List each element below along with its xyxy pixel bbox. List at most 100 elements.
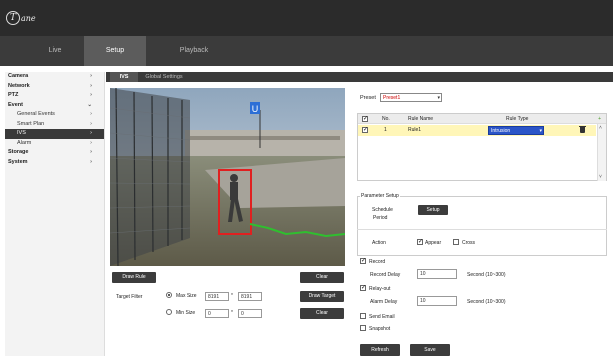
tab-global-settings[interactable]: Global Settings: [140, 72, 188, 82]
clear-rule-button[interactable]: Clear: [300, 272, 344, 283]
save-button[interactable]: Save: [410, 344, 450, 356]
tab-ivs[interactable]: IVS: [110, 72, 138, 82]
draw-target-button[interactable]: Draw Target: [300, 291, 344, 302]
sidebar-item-label: Network: [8, 82, 30, 89]
sidebar-item-network[interactable]: Network ›: [5, 82, 104, 92]
preset-label: Preset: [360, 95, 376, 101]
video-preview[interactable]: U: [110, 88, 345, 266]
select-all-checkbox[interactable]: [362, 115, 368, 122]
period-label: Period: [373, 215, 388, 221]
send-email-label: Send Email: [369, 314, 395, 320]
fence: [110, 88, 190, 266]
col-no: No.: [382, 116, 390, 122]
parameter-setup-panel: [357, 196, 607, 256]
chevron-down-icon[interactable]: ˅: [599, 174, 602, 180]
min-width-input[interactable]: 0: [205, 309, 229, 318]
sub-tab-bar: IVS Global Settings: [106, 72, 613, 82]
chevron-right-icon: ›: [90, 82, 92, 89]
max-size-radio[interactable]: [166, 292, 172, 298]
cross-label: Cross: [462, 240, 476, 246]
relay-out-label: Relay-out: [369, 286, 391, 292]
row-checkbox[interactable]: [362, 126, 368, 133]
record-delay-label: Record Delay: [370, 272, 401, 278]
divider: [357, 229, 607, 230]
record-delay-input[interactable]: 10: [417, 269, 457, 279]
chevron-right-icon: ›: [90, 149, 92, 155]
rule-table-header: No. Rule Name Rule Type +: [358, 114, 606, 124]
sidebar-item-label: General Events: [17, 111, 55, 117]
col-rule-type: Rule Type: [506, 116, 529, 122]
action-label: Action: [372, 240, 386, 246]
tab-playback[interactable]: Playback: [164, 36, 224, 66]
sidebar-item-alarm[interactable]: Alarm ›: [5, 139, 104, 149]
preset-select[interactable]: Preset1 ▾: [380, 93, 442, 102]
logo-mark: T: [6, 11, 20, 25]
appear-label: Appear: [425, 240, 442, 246]
sidebar-item-ivs[interactable]: IVS ›: [5, 129, 104, 139]
sidebar-item-event[interactable]: Event ⌄: [5, 101, 104, 111]
chevron-down-icon: ▾: [437, 95, 440, 101]
rule-type-value: Intrusion: [491, 128, 511, 134]
sidebar-item-general-events[interactable]: General Events ›: [5, 110, 104, 120]
clear-target-button[interactable]: Clear: [300, 308, 344, 319]
refresh-button[interactable]: Refresh: [360, 344, 400, 356]
alarm-delay-label: Alarm Delay: [370, 299, 398, 305]
rule-marker-label: U: [252, 104, 259, 114]
main-nav: Live Setup Playback: [0, 36, 613, 66]
chevron-down-icon: ▾: [539, 128, 542, 134]
schedule-setup-button[interactable]: Setup: [418, 205, 448, 215]
video-scene: U: [110, 88, 345, 266]
parameter-setup-title: Parameter Setup: [360, 193, 400, 199]
times-sign: *: [231, 293, 233, 299]
trash-icon[interactable]: [579, 125, 586, 133]
target-filter-label: Target Filter: [116, 294, 143, 300]
min-height-input[interactable]: 0: [238, 309, 262, 318]
chevron-right-icon: ›: [90, 73, 92, 79]
draw-rule-button[interactable]: Draw Rule: [112, 272, 156, 283]
record-delay-unit: Second (10~300): [467, 272, 506, 278]
preset-value: Preset1: [383, 95, 401, 101]
tab-setup[interactable]: Setup: [84, 36, 146, 66]
sidebar-item-ptz[interactable]: PTZ ›: [5, 91, 104, 101]
appear-checkbox[interactable]: [417, 238, 423, 245]
chevron-right-icon: ›: [90, 130, 92, 136]
chevron-up-icon[interactable]: ˄: [599, 125, 602, 131]
sidebar-item-system[interactable]: System ›: [5, 158, 104, 168]
rule-name[interactable]: Rule1: [408, 125, 421, 136]
max-height-input[interactable]: 8191: [238, 292, 262, 301]
col-rule-name: Rule Name: [408, 116, 434, 122]
sidebar-item-label: Storage: [8, 149, 29, 155]
chevron-right-icon: ›: [90, 158, 92, 165]
rule-no: 1: [384, 127, 387, 133]
sidebar-item-camera[interactable]: Camera ›: [5, 72, 104, 82]
snapshot-checkbox[interactable]: [360, 325, 366, 331]
sidebar-item-smart-plan[interactable]: Smart Plan ›: [5, 120, 104, 130]
relay-out-checkbox[interactable]: [360, 284, 366, 291]
cross-checkbox[interactable]: [453, 239, 459, 245]
table-row[interactable]: 1 Rule1 Intrusion ▾: [358, 125, 596, 136]
times-sign: *: [231, 310, 233, 316]
add-rule-button[interactable]: +: [598, 114, 601, 124]
send-email-checkbox[interactable]: [360, 313, 366, 319]
tab-live[interactable]: Live: [28, 36, 82, 66]
rule-type-select[interactable]: Intrusion ▾: [488, 126, 544, 135]
brand-logo: T ane: [6, 9, 36, 27]
alarm-delay-input[interactable]: 10: [417, 296, 457, 306]
sidebar-item-label: Camera: [8, 73, 29, 79]
sidebar-item-label: Smart Plan: [17, 120, 45, 127]
sidebar-item-storage[interactable]: Storage ›: [5, 148, 104, 158]
rule-table: No. Rule Name Rule Type + 1 Rule1 Intrus…: [357, 113, 607, 181]
sidebar-item-label: PTZ: [8, 92, 19, 98]
sidebar: Camera › Network › PTZ › Event ⌄ General Eve…: [5, 72, 105, 356]
table-scrollbar[interactable]: ˄ ˅: [597, 124, 606, 181]
sidebar-item-label: IVS: [17, 130, 26, 136]
max-width-input[interactable]: 8191: [205, 292, 229, 301]
chevron-down-icon: ⌄: [87, 101, 92, 108]
record-checkbox[interactable]: [360, 257, 366, 264]
min-size-radio[interactable]: [166, 309, 172, 315]
snapshot-label: Snapshot: [369, 326, 391, 332]
max-size-label: Max Size: [176, 293, 197, 299]
building: [185, 130, 345, 158]
app-header: T ane: [0, 0, 613, 36]
chevron-right-icon: ›: [90, 139, 92, 146]
